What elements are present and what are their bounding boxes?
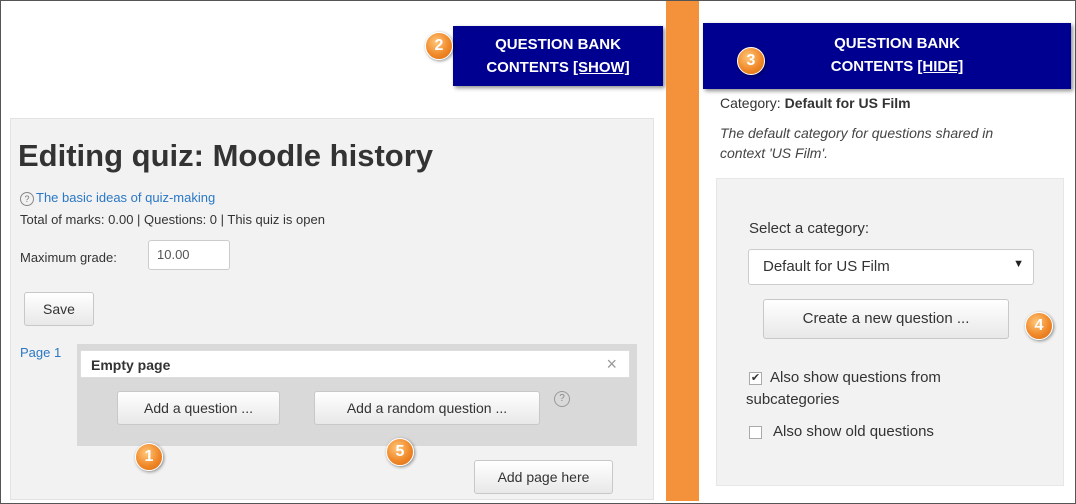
- select-category-label: Select a category:: [749, 220, 870, 237]
- close-icon[interactable]: ×: [606, 354, 617, 375]
- quiz-totals: Total of marks: 0.00 | Questions: 0 | Th…: [20, 212, 325, 227]
- page-title: Editing quiz: Moodle history: [18, 138, 434, 173]
- empty-page-bar: Empty page ×: [80, 350, 630, 378]
- help-link-label[interactable]: The basic ideas of quiz-making: [36, 190, 215, 205]
- question-bank-show-tab[interactable]: QUESTION BANK CONTENTS [SHOW]: [453, 26, 663, 86]
- callout-badge-1: 1: [135, 443, 163, 471]
- question-bank-tab-line2: CONTENTS [SHOW]: [453, 56, 663, 79]
- random-help-icon[interactable]: ?: [554, 391, 570, 407]
- chevron-down-icon: ▼: [1013, 258, 1024, 270]
- question-bank-tab-line1: QUESTION BANK: [834, 35, 960, 52]
- create-new-question-button[interactable]: Create a new question ...: [763, 299, 1009, 339]
- help-link[interactable]: ? The basic ideas of quiz-making: [20, 190, 215, 206]
- max-grade-input[interactable]: 10.00: [148, 240, 230, 270]
- question-bank-tab-prefix: CONTENTS: [486, 59, 573, 76]
- empty-page-label: Empty page: [91, 357, 171, 373]
- panel-separator: [666, 1, 699, 501]
- save-button[interactable]: Save: [24, 292, 94, 326]
- callout-badge-5: 5: [386, 438, 414, 466]
- question-bank-tab-prefix: CONTENTS: [830, 58, 918, 75]
- callout-badge-4: 4: [1025, 312, 1053, 340]
- category-description: The default category for questions share…: [720, 125, 994, 161]
- callout-badge-2: 2: [425, 32, 453, 60]
- category-prefix: Category:: [720, 95, 785, 111]
- show-old-questions-checkbox[interactable]: [749, 426, 762, 439]
- category-select-value: Default for US Film: [763, 258, 890, 275]
- show-link[interactable]: [SHOW]: [573, 59, 630, 76]
- page-label[interactable]: Page 1: [20, 345, 61, 360]
- category-line: Category: Default for US Film: [720, 95, 911, 111]
- add-question-button[interactable]: Add a question ...: [117, 391, 280, 425]
- help-icon: ?: [20, 191, 34, 206]
- add-random-question-button[interactable]: Add a random question ...: [314, 391, 540, 425]
- show-old-questions-label: Also show old questions: [773, 423, 934, 440]
- max-grade-label: Maximum grade:: [20, 250, 117, 265]
- category-name: Default for US Film: [784, 95, 911, 111]
- show-subcategories-label: Also show questions from subcategories: [746, 369, 941, 408]
- hide-link[interactable]: [HIDE]: [917, 58, 963, 75]
- callout-badge-3: 3: [737, 47, 765, 75]
- question-bank-tab-line2: CONTENTS [HIDE]: [723, 55, 1071, 78]
- category-select[interactable]: Default for US Film ▼: [748, 249, 1034, 285]
- question-bank-tab-line1: QUESTION BANK: [495, 36, 621, 53]
- add-page-here-button[interactable]: Add page here: [474, 460, 613, 494]
